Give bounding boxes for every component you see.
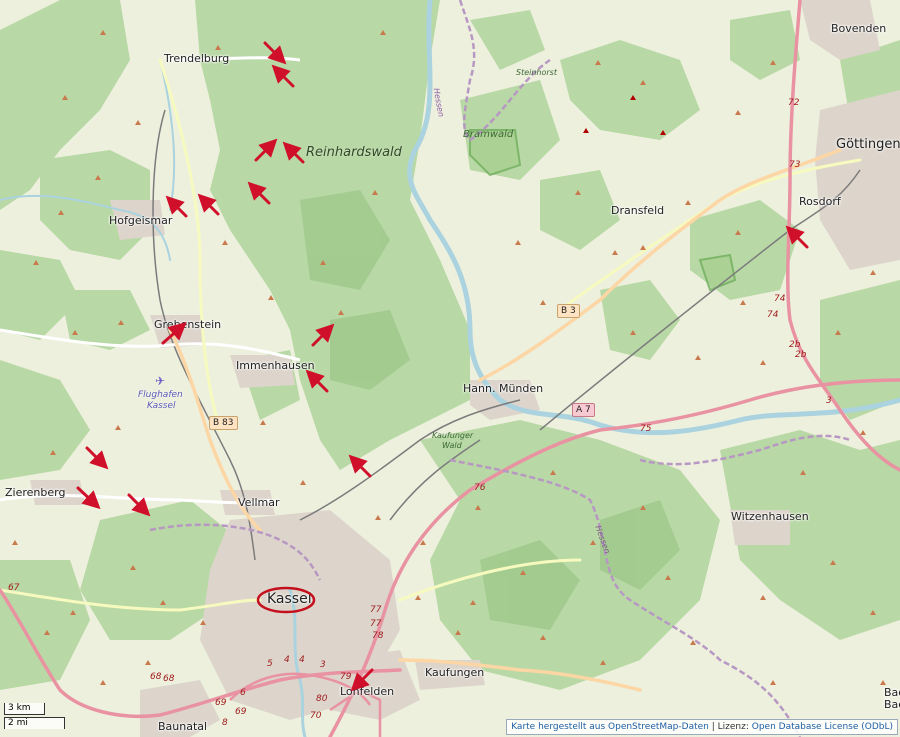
scale-mi: 2 mi — [4, 717, 65, 729]
attribution-license-link[interactable]: Open Database License (ODbL) — [752, 722, 893, 732]
annotation-arrow — [85, 446, 109, 470]
attribution: Karte hergestellt aus OpenStreetMap-Date… — [506, 719, 898, 735]
annotation-layer — [76, 41, 809, 692]
map-view[interactable]: Trendelburg Hofgeismar Grebenstein Immen… — [0, 0, 900, 737]
annotation-arrow — [350, 668, 374, 692]
annotation-arrow — [165, 195, 188, 218]
kassel-highlight-circle — [256, 586, 316, 614]
annotation-arrow — [311, 323, 335, 347]
annotation-arrow — [263, 41, 287, 65]
annotation-arrow — [254, 138, 278, 162]
annotation-arrow — [785, 225, 809, 249]
annotation-arrow — [305, 369, 329, 393]
annotation-arrow — [282, 141, 305, 164]
annotation-arrow — [161, 322, 187, 345]
annotation-arrow — [76, 486, 101, 510]
annotation-arrow — [197, 193, 220, 216]
annotation-arrow — [127, 493, 151, 517]
annotation-arrow — [348, 454, 372, 478]
attribution-separator: | Lizenz: — [708, 722, 752, 732]
annotation-arrow — [247, 181, 271, 205]
attribution-osm-link[interactable]: Karte hergestellt aus OpenStreetMap-Date… — [511, 722, 709, 732]
scale-km: 3 km — [4, 703, 45, 715]
scale-bar: 3 km 2 mi — [4, 703, 65, 733]
annotation-arrow — [271, 64, 295, 88]
